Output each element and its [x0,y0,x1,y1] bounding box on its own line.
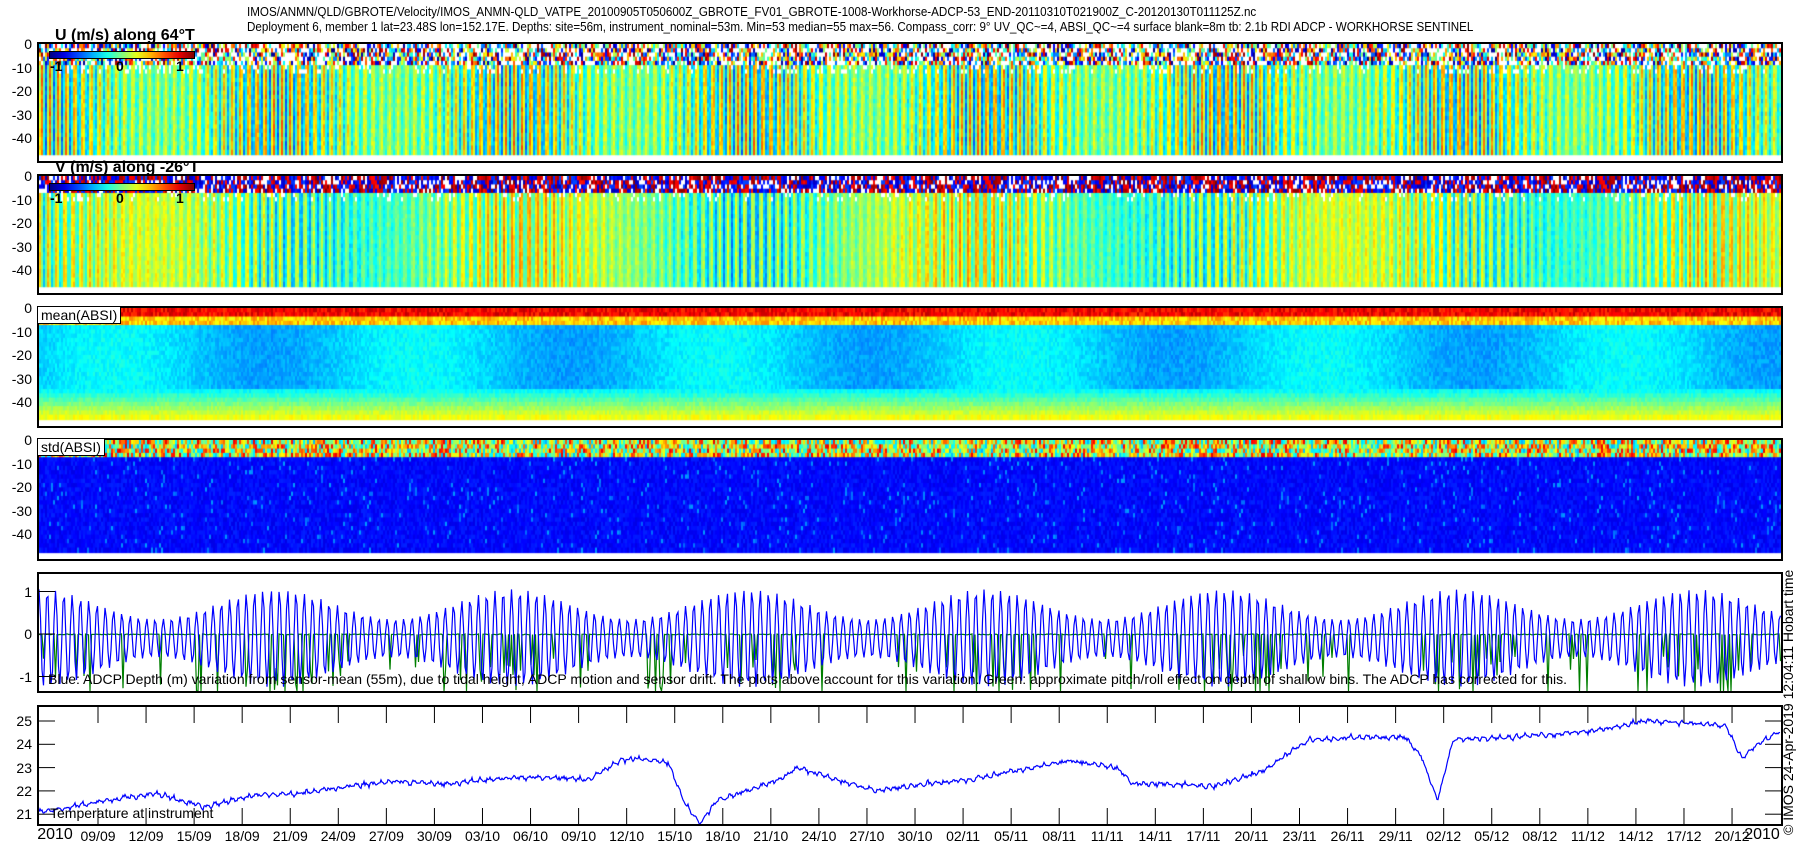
bin-depth-y-label: -20 [11,215,32,231]
bin-depth-y-label: -40 [11,394,32,410]
bin-depth-y-label: 0 [24,300,32,316]
u-heatmap [39,44,1781,161]
x-axis-tick-label: 12/09 [128,828,164,844]
figure-title-line-2: Deployment 6, member 1 lat=23.48S lon=15… [247,20,1474,34]
u-colorbar-tick: 0 [116,58,124,74]
temperature-y-label: 21 [16,806,32,823]
v-colorbar-tick: 0 [116,190,124,206]
x-axis-tick-label: 05/12 [1474,828,1510,844]
mean-absi-panel [37,306,1783,428]
bin-depth-y-label: 0 [24,168,32,184]
x-axis-tick-label: 26/11 [1330,828,1365,844]
bin-depth-y-label: -20 [11,83,32,99]
x-axis-year-left: 2010 [37,826,73,843]
x-axis-tick-label: 27/10 [849,828,885,844]
std-absi-panel [37,438,1783,561]
x-axis-tick-label: 11/12 [1570,828,1605,844]
temperature-series-line [39,717,1781,824]
temperature-y-label: 22 [16,782,32,799]
x-axis-tick-label: 05/11 [994,828,1029,844]
x-axis-tick-label: 27/09 [368,828,404,844]
bin-depth-y-label: -30 [11,238,32,255]
x-axis-tick-label: 14/12 [1618,828,1654,844]
temperature-y-label: 24 [16,736,32,753]
x-axis-tick-label: 14/11 [1138,828,1173,844]
bin-depth-y-label: -20 [11,347,32,363]
temperature-y-label: 25 [16,713,32,729]
footer-timestamp: © IMOS 24-Apr-2019 12:04:11 Hobart time [1780,569,1796,835]
x-axis-tick-label: 09/10 [561,828,597,844]
std-absi-heatmap [39,440,1781,559]
bin-depth-y-label: -30 [11,370,32,387]
bin-depth-y-label: -40 [11,262,32,278]
bin-depth-y-label: -10 [11,191,32,208]
bin-depth-y-label: 0 [24,432,32,448]
u-colorbar-tick: 1 [176,58,184,74]
mean-absi-label: mean(ABSI) [37,306,122,324]
u-heatmap-panel [37,42,1783,163]
x-axis-tick-label: 18/09 [224,828,260,844]
v-heatmap [39,176,1781,293]
x-axis-year-right: 2010 [1744,826,1780,843]
temperature-panel [37,705,1783,826]
depth-variation-y-label: -1 [19,668,32,685]
temperature-y-label: 23 [16,759,32,776]
x-axis-tick-label: 17/11 [1186,828,1221,844]
bin-depth-y-label: -10 [11,455,32,472]
v-colorbar-tick: -1 [50,190,63,206]
v-colorbar-tick: 1 [176,190,184,206]
x-axis-tick-label: 06/10 [513,828,549,844]
bin-depth-y-label: -40 [11,130,32,146]
x-axis-tick-label: 29/11 [1378,828,1413,844]
x-axis-tick-label: 09/09 [80,828,116,844]
temperature-caption: Temperature at instrument [50,805,214,821]
x-axis-tick-label: 17/12 [1666,828,1702,844]
depth-variation-y-label: 0 [24,626,32,642]
x-axis-tick-label: 24/10 [801,828,837,844]
x-axis-tick-label: 03/10 [464,828,500,844]
x-axis-tick-label: 08/11 [1042,828,1077,844]
bin-depth-y-label: -10 [11,323,32,340]
bin-depth-y-label: -30 [11,106,32,123]
bin-depth-y-label: -10 [11,59,32,76]
x-axis-tick-label: 02/11 [946,828,981,844]
std-absi-label: std(ABSI) [37,438,105,456]
x-axis-tick-label: 21/09 [272,828,308,844]
x-axis-tick-label: 21/10 [753,828,789,844]
x-axis-tick-label: 30/10 [897,828,933,844]
v-panel-title: V (m/s) along -26°T [55,159,200,176]
x-axis-tick-label: 20/11 [1234,828,1269,844]
figure-title-line-1: IMOS/ANMN/QLD/GBROTE/Velocity/IMOS_ANMN-… [247,5,1257,19]
x-axis-tick-label: 12/10 [609,828,645,844]
x-axis-tick-label: 02/12 [1426,828,1462,844]
bin-depth-y-label: 0 [24,36,32,52]
v-heatmap-panel [37,174,1783,295]
temperature-plot [39,707,1781,824]
bin-depth-y-label: -40 [11,526,32,542]
x-axis-tick-label: 08/12 [1522,828,1558,844]
x-axis-tick-label: 23/11 [1282,828,1317,844]
u-colorbar-tick: -1 [50,58,63,74]
depth-variation-y-label: 1 [24,583,32,600]
x-axis-tick-label: 30/09 [416,828,452,844]
mean-absi-heatmap [39,308,1781,426]
bin-depth-y-label: -20 [11,479,32,495]
x-axis-tick-label: 15/09 [176,828,212,844]
depth-caption: Blue: ADCP Depth (m) variation from sens… [48,671,1567,687]
x-axis-tick-label: 15/10 [657,828,693,844]
x-axis-tick-label: 24/09 [320,828,356,844]
bin-depth-y-label: -30 [11,502,32,519]
x-axis-tick-label: 18/10 [705,828,741,844]
x-axis-tick-label: 11/11 [1090,828,1124,844]
